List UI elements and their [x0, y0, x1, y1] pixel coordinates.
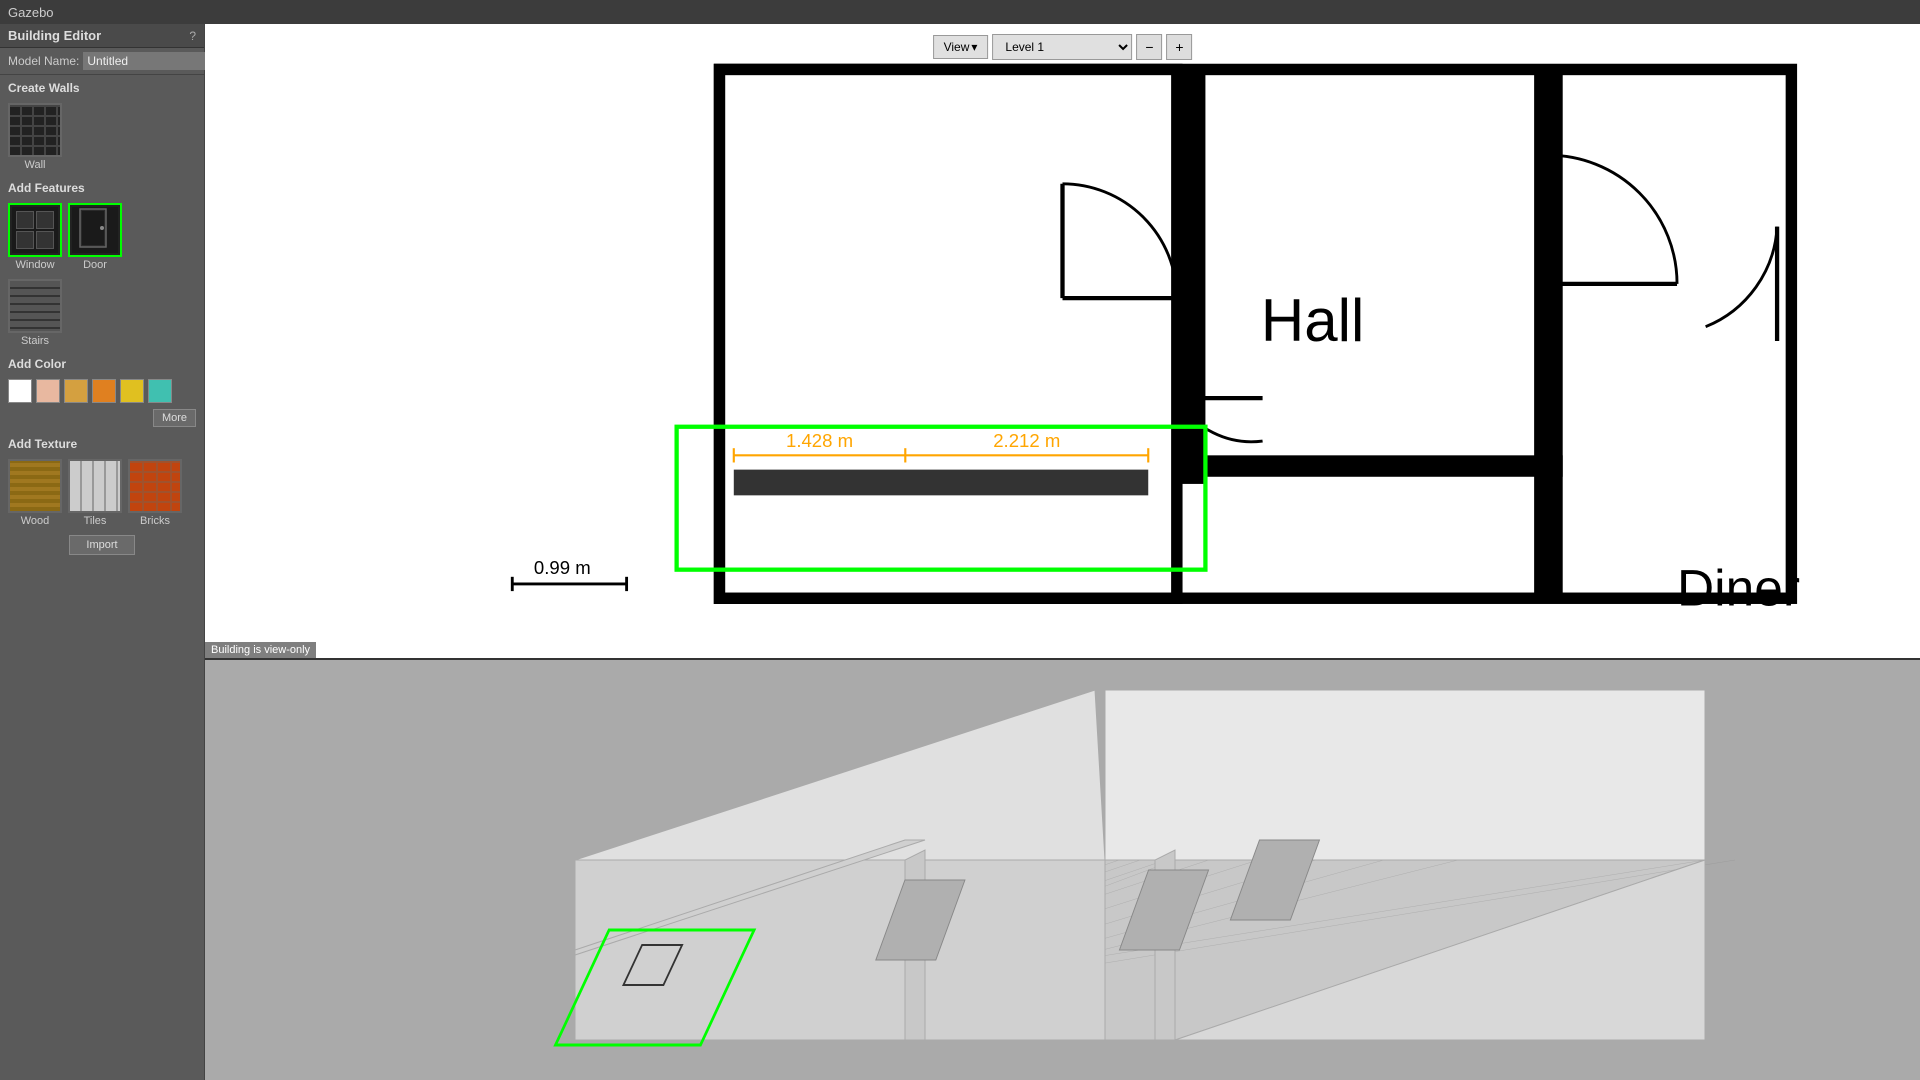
floorplan-svg: Hall Diner [205, 24, 1920, 658]
wood-label: Wood [21, 515, 50, 527]
content-area: View ▾ Level 1 − + [205, 24, 1920, 1080]
tiles-texture-img [70, 461, 120, 511]
wall-tile-img [8, 103, 62, 157]
color-swatch-orange[interactable] [92, 379, 116, 403]
wall-tile[interactable]: Wall [8, 103, 62, 171]
tiles-label: Tiles [84, 515, 107, 527]
wood-tile-img [8, 459, 62, 513]
stairs-tile[interactable]: Stairs [8, 279, 62, 347]
stairs-section: Stairs [0, 275, 204, 351]
3d-svg [205, 660, 1920, 1080]
floorplan-view: View ▾ Level 1 − + [205, 24, 1920, 660]
window-tile[interactable]: Window [8, 203, 62, 271]
model-name-label: Model Name: [8, 54, 79, 68]
sidebar-title: Building Editor [8, 28, 101, 43]
model-name-row: Model Name: [0, 48, 204, 75]
tiles-tile[interactable]: Tiles [68, 459, 122, 527]
color-swatches [0, 375, 204, 407]
stairs-tile-img [8, 279, 62, 333]
wood-texture-img [10, 461, 60, 511]
main-layout: Building Editor ? Model Name: Create Wal… [0, 24, 1920, 1080]
sidebar: Building Editor ? Model Name: Create Wal… [0, 24, 205, 1080]
hall-label: Hall [1261, 287, 1364, 354]
dim2-label: 2.212 m [993, 430, 1060, 451]
color-swatch-tan[interactable] [64, 379, 88, 403]
view-arrow-icon: ▾ [971, 40, 977, 54]
add-features-title: Add Features [0, 175, 204, 199]
scale-label: 0.99 m [534, 557, 591, 578]
door-tile[interactable]: Door [68, 203, 122, 271]
wood-tile[interactable]: Wood [8, 459, 62, 527]
color-swatch-teal[interactable] [148, 379, 172, 403]
add-color-title: Add Color [0, 351, 204, 375]
bricks-tile[interactable]: Bricks [128, 459, 182, 527]
color-swatch-white[interactable] [8, 379, 32, 403]
color-swatch-skin[interactable] [36, 379, 60, 403]
window-pane-2 [36, 211, 54, 229]
add-texture-title: Add Texture [0, 431, 204, 455]
wall-label: Wall [25, 159, 46, 171]
tiles-tile-img [68, 459, 122, 513]
wall-texture-img [10, 105, 60, 155]
color-swatch-yellow[interactable] [120, 379, 144, 403]
add-features-section: Window Door [0, 199, 204, 275]
3d-view [205, 660, 1920, 1080]
window-label: Window [15, 259, 54, 271]
view-only-text: Building is view-only [211, 644, 310, 656]
door-tile-img [68, 203, 122, 257]
create-walls-section: Wall [0, 99, 204, 175]
zoom-in-button[interactable]: + [1166, 34, 1192, 60]
diner-label: Diner [1677, 558, 1800, 616]
door-label: Door [83, 259, 107, 271]
create-walls-title: Create Walls [0, 75, 204, 99]
stairs-label: Stairs [21, 335, 49, 347]
texture-section: Wood Tiles Bricks [0, 455, 204, 531]
sidebar-header: Building Editor ? [0, 24, 204, 48]
level-select[interactable]: Level 1 [992, 34, 1132, 60]
stairs-texture-img [10, 281, 60, 331]
door-icon [72, 207, 118, 253]
zoom-out-button[interactable]: − [1136, 34, 1162, 60]
dim1-label: 1.428 m [786, 430, 853, 451]
window-icon [12, 207, 58, 253]
bricks-texture-img [130, 461, 180, 511]
window-pane-3 [16, 231, 34, 249]
bricks-tile-img [128, 459, 182, 513]
window-tile-img [8, 203, 62, 257]
bricks-label: Bricks [140, 515, 170, 527]
door-svg [76, 207, 114, 249]
titlebar: Gazebo [0, 0, 1920, 24]
app-title: Gazebo [8, 5, 54, 20]
view-label: View [944, 40, 970, 54]
window-pane-4 [36, 231, 54, 249]
view-only-banner: Building is view-only [205, 642, 316, 658]
help-button[interactable]: ? [189, 29, 196, 43]
more-colors-button[interactable]: More [153, 409, 196, 427]
import-button[interactable]: Import [69, 535, 134, 555]
view-button[interactable]: View ▾ [933, 35, 989, 59]
window-pane-1 [16, 211, 34, 229]
top-toolbar: View ▾ Level 1 − + [933, 34, 1193, 60]
